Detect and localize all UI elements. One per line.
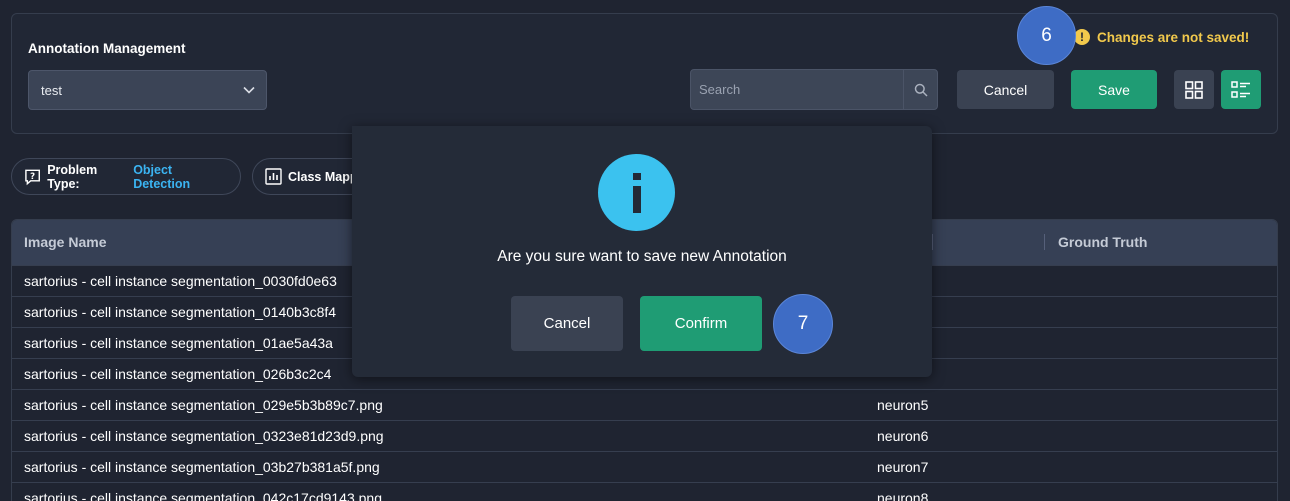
svg-text:?: ? <box>30 171 35 181</box>
save-button[interactable]: Save <box>1071 70 1157 109</box>
label-cell: neuron7 <box>877 459 929 475</box>
search-box <box>690 69 938 110</box>
warning-icon: ! <box>1074 29 1090 45</box>
image-name-cell: sartorius - cell instance segmentation_0… <box>24 335 333 351</box>
problem-type-value: Object Detection <box>133 162 191 191</box>
info-icon <box>598 154 675 231</box>
column-header-image-name[interactable]: Image Name <box>24 234 106 250</box>
unsaved-warning: ! Changes are not saved! <box>1074 29 1249 45</box>
image-name-cell: sartorius - cell instance segmentation_0… <box>24 490 383 501</box>
project-select[interactable]: test <box>28 70 267 110</box>
image-name-cell: sartorius - cell instance segmentation_0… <box>24 459 380 475</box>
cancel-button[interactable]: Cancel <box>957 70 1054 109</box>
search-button[interactable] <box>903 70 937 109</box>
image-name-cell: sartorius - cell instance segmentation_0… <box>24 366 332 382</box>
column-header-ground-truth[interactable]: Ground Truth <box>1058 234 1147 250</box>
info-glyph <box>632 172 641 213</box>
confirm-save-dialog: Are you sure want to save new Annotation… <box>352 126 932 377</box>
question-icon: ? <box>25 169 40 185</box>
chevron-down-icon <box>243 86 255 94</box>
dialog-confirm-button[interactable]: Confirm <box>640 296 762 351</box>
bar-chart-icon <box>265 168 282 185</box>
label-cell: neuron6 <box>877 428 929 444</box>
dialog-message: Are you sure want to save new Annotation <box>497 248 787 265</box>
image-name-cell: sartorius - cell instance segmentation_0… <box>24 304 337 320</box>
dialog-cancel-button[interactable]: Cancel <box>511 296 623 351</box>
table-row[interactable]: sartorius - cell instance segmentation_0… <box>12 482 1277 501</box>
list-view-button[interactable] <box>1221 70 1261 109</box>
label-cell: neuron8 <box>877 490 929 501</box>
project-select-value: test <box>41 82 62 98</box>
step-badge-7: 7 <box>773 294 833 354</box>
class-mapping-label: Class Mapp <box>288 169 358 184</box>
grid-view-button[interactable] <box>1174 70 1214 109</box>
search-input[interactable] <box>691 70 904 109</box>
table-row[interactable]: sartorius - cell instance segmentation_0… <box>12 420 1277 451</box>
image-name-cell: sartorius - cell instance segmentation_0… <box>24 397 383 413</box>
list-view-icon <box>1231 80 1250 98</box>
column-divider <box>932 234 933 250</box>
label-cell: neuron5 <box>877 397 929 413</box>
warning-text: Changes are not saved! <box>1097 29 1250 45</box>
search-icon <box>914 83 928 97</box>
column-divider <box>1044 234 1045 250</box>
image-name-cell: sartorius - cell instance segmentation_0… <box>24 428 384 444</box>
grid-view-icon <box>1185 80 1203 99</box>
table-row[interactable]: sartorius - cell instance segmentation_0… <box>12 389 1277 420</box>
step-badge-6: 6 <box>1017 6 1076 65</box>
problem-type-chip[interactable]: ? Problem Type: Object Detection <box>11 158 241 195</box>
problem-type-label: Problem Type: <box>47 162 98 191</box>
image-name-cell: sartorius - cell instance segmentation_0… <box>24 273 337 289</box>
table-row[interactable]: sartorius - cell instance segmentation_0… <box>12 451 1277 482</box>
page-title: Annotation Management <box>28 41 186 56</box>
